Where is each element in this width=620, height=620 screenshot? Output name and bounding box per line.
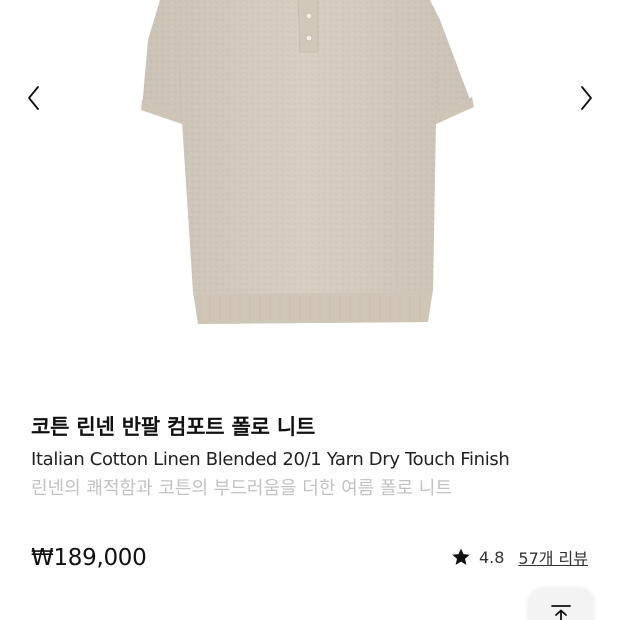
scroll-to-top-button[interactable]	[529, 588, 593, 620]
product-subtitle: 린넨의 쾌적함과 코튼의 부드러움을 더한 여름 폴로 니트	[31, 478, 452, 499]
product-rating: 4.8 57개 리뷰	[451, 542, 588, 572]
carousel-next-button[interactable]	[570, 78, 604, 118]
arrow-up-to-top-icon	[551, 605, 571, 620]
product-title-english: Italian Cotton Linen Blended 20/1 Yarn D…	[31, 449, 510, 470]
product-info: 코튼 린넨 반팔 컴포트 폴로 니트 Italian Cotton Linen …	[31, 410, 591, 503]
product-title-korean: 코튼 린넨 반팔 컴포트 폴로 니트	[31, 415, 316, 439]
product-price: ₩189,000	[31, 545, 147, 571]
star-icon	[452, 548, 470, 565]
review-count-link[interactable]: 57개 리뷰	[518, 545, 588, 569]
product-image	[141, 0, 474, 324]
chevron-left-icon	[28, 86, 39, 110]
product-image-carousel[interactable]	[0, 0, 620, 360]
rating-value: 4.8	[478, 547, 505, 567]
product-detail-page: 코튼 린넨 반팔 컴포트 폴로 니트 Italian Cotton Linen …	[0, 0, 620, 620]
price-rating-row: ₩189,000 4.8 57개 리뷰	[31, 540, 591, 576]
carousel-prev-button[interactable]	[16, 78, 50, 118]
chevron-right-icon	[581, 86, 592, 110]
